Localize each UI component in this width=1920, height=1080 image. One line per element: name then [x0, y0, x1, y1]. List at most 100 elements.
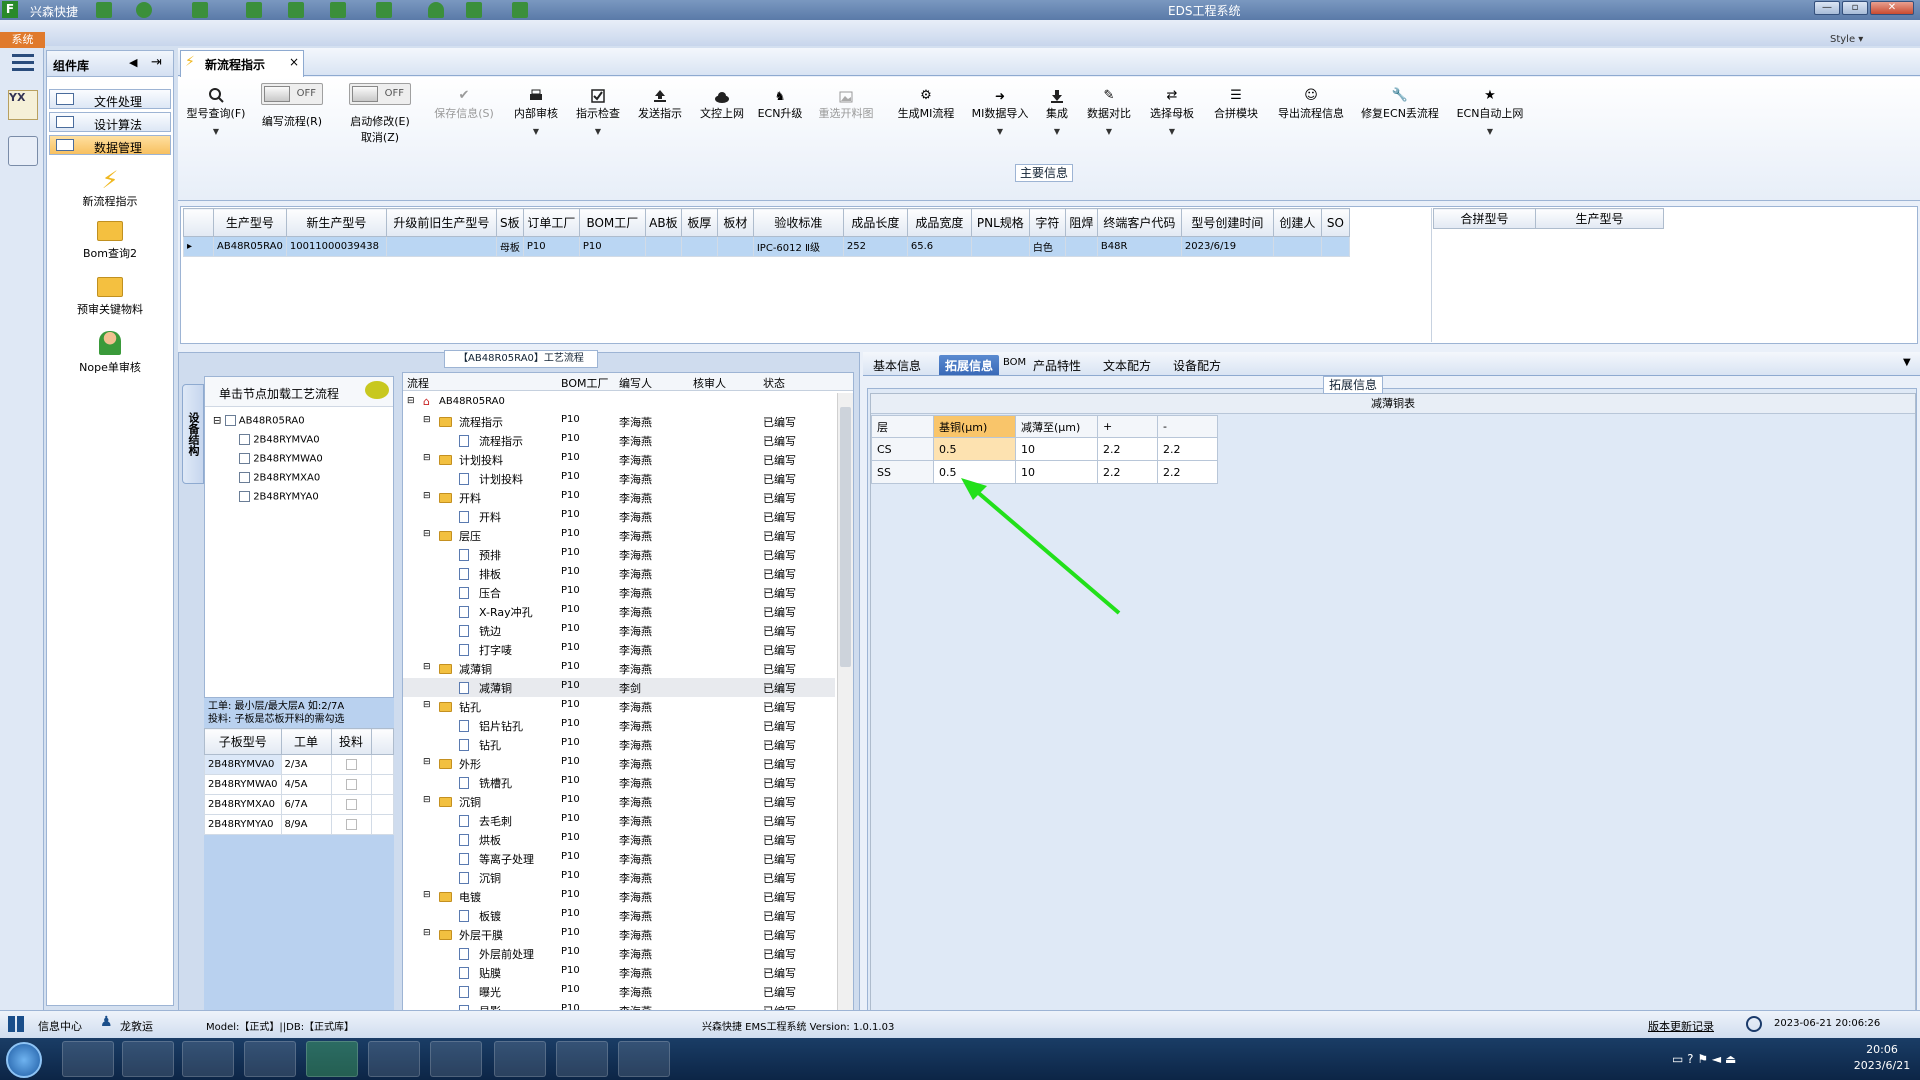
table-cell[interactable]	[1064, 236, 1098, 257]
table-cell[interactable]: 2/3A	[280, 754, 332, 775]
process-step-row[interactable]: 铣槽孔 P10 李海燕 已编写	[403, 773, 835, 792]
device-structure-tab[interactable]: 设备结构	[182, 384, 204, 484]
checkbox[interactable]	[345, 758, 357, 770]
column-header[interactable]: 订单工厂	[522, 208, 580, 237]
column-header[interactable]: 板厚	[680, 208, 718, 237]
column-header[interactable]: 终端客户代码	[1096, 208, 1182, 237]
chevron-left-icon[interactable]: ◀	[129, 56, 137, 69]
instruction-check-button[interactable]: 指示检查 ▼	[570, 77, 626, 136]
chevron-down-icon[interactable]: ▼	[968, 127, 1032, 136]
repair-ecn-process-button[interactable]: 🔧 修复ECN丢流程	[1358, 77, 1442, 121]
table-cell[interactable]: 母板	[495, 236, 524, 257]
process-step-row[interactable]: 打字唛 P10 李海燕 已编写	[403, 640, 835, 659]
nav-item-file-processing[interactable]: 文件处理	[49, 89, 171, 109]
column-header[interactable]: SO	[1320, 208, 1350, 237]
changelog-link[interactable]: 版本更新记录	[1648, 1018, 1714, 1034]
column-header[interactable]: S板	[495, 208, 524, 237]
table-cell[interactable]: 8/9A	[280, 814, 332, 835]
process-group-row[interactable]: ⊟ 钻孔 P10 李海燕 已编写	[403, 697, 835, 716]
write-process-toggle[interactable]: OFF	[261, 83, 323, 105]
column-header[interactable]: 板材	[716, 208, 754, 237]
process-group-row[interactable]: ⊟ 流程指示 P10 李海燕 已编写	[403, 412, 835, 431]
table-cell[interactable]: AB48R05RA0	[213, 236, 287, 257]
tree-child[interactable]: 2B48RYMVA0	[239, 434, 320, 446]
ecn-auto-online-button[interactable]: ★ ECN自动上网 ▼	[1450, 77, 1530, 136]
process-step-row[interactable]: 铣边 P10 李海燕 已编写	[403, 621, 835, 640]
column-header[interactable]: 核审人	[693, 375, 726, 391]
collapse-icon[interactable]: ⊟	[423, 890, 431, 900]
column-header[interactable]: 成品宽度	[906, 208, 972, 237]
tab-text-recipe[interactable]: 文本配方	[1097, 355, 1157, 375]
table-row[interactable]: 2B48RYMVA0 2/3A	[204, 754, 394, 775]
save-info-button[interactable]: ✔ 保存信息(S)	[430, 77, 498, 121]
word-app-icon[interactable]	[368, 1041, 420, 1077]
table-cell[interactable]: P10	[578, 236, 646, 257]
column-header[interactable]: 生产型号	[213, 208, 287, 237]
doc-control-online-button[interactable]: 文控上网	[694, 77, 750, 121]
hamburger-menu-icon[interactable]	[12, 54, 34, 74]
table-row[interactable]: ▸ AB48R05RA0 10011000039438 母板 P10 P10 I…	[183, 236, 1350, 257]
column-header[interactable]: AB板	[644, 208, 682, 237]
table-cell[interactable]: 白色	[1028, 236, 1066, 257]
taskbar-app-icon[interactable]	[618, 1041, 670, 1077]
pin-icon[interactable]: ⇥	[151, 55, 162, 70]
minimize-button[interactable]: —	[1814, 1, 1840, 15]
column-header[interactable]: 生产型号	[1535, 208, 1664, 229]
chevron-down-icon[interactable]: ▼	[1082, 127, 1136, 136]
tab-basic-info[interactable]: 基本信息	[867, 355, 927, 375]
process-step-row[interactable]: X-Ray冲孔 P10 李海燕 已编写	[403, 602, 835, 621]
integrate-button[interactable]: 集成 ▼	[1040, 77, 1074, 136]
info-center[interactable]: 信息中心	[38, 1018, 82, 1034]
table-cell[interactable]: 2023/6/19	[1180, 236, 1274, 257]
table-cell[interactable]	[970, 236, 1030, 257]
table-cell[interactable]	[716, 236, 754, 257]
column-header[interactable]: 投料	[330, 728, 372, 755]
tree-root[interactable]: ⊟ AB48R05RA0	[213, 415, 305, 427]
column-header[interactable]: 子板型号	[204, 728, 282, 755]
tab-new-process[interactable]: ⚡ 新流程指示 ×	[180, 50, 304, 77]
column-header[interactable]: BOM工厂	[578, 208, 646, 237]
process-group-row[interactable]: ⊟ 计划投料 P10 李海燕 已编写	[403, 450, 835, 469]
taskbar-app-icon[interactable]	[244, 1041, 296, 1077]
checkbox[interactable]	[345, 818, 357, 830]
process-step-row[interactable]: 曝光 P10 李海燕 已编写	[403, 982, 835, 1001]
table-cell[interactable]: B48R	[1096, 236, 1182, 257]
process-step-row[interactable]: 板镀 P10 李海燕 已编写	[403, 906, 835, 925]
process-step-row[interactable]: 开料 P10 李海燕 已编写	[403, 507, 835, 526]
taskbar-app-icon[interactable]	[62, 1041, 114, 1077]
tab-equipment-recipe[interactable]: 设备配方	[1167, 355, 1227, 375]
tabs-dropdown-icon[interactable]: ▼	[1903, 357, 1911, 368]
checkbox[interactable]	[345, 798, 357, 810]
process-group-row[interactable]: ⊟ 层压 P10 李海燕 已编写	[403, 526, 835, 545]
scissors-icon[interactable]	[246, 2, 262, 18]
system-menu-tab[interactable]: 系统	[0, 32, 45, 48]
table-cell[interactable]: 4/5A	[280, 774, 332, 795]
table-cell[interactable]: 65.6	[906, 236, 972, 257]
excel-app-icon[interactable]	[430, 1041, 482, 1077]
table-cell[interactable]: 6/7A	[280, 794, 332, 815]
monitor-icon[interactable]	[512, 2, 528, 18]
process-step-row[interactable]: 铝片钻孔 P10 李海燕 已编写	[403, 716, 835, 735]
process-step-row[interactable]: 钻孔 P10 李海燕 已编写	[403, 735, 835, 754]
process-step-row[interactable]: 沉铜 P10 李海燕 已编写	[403, 868, 835, 887]
process-step-row[interactable]: 减薄铜 P10 李剑 已编写	[403, 678, 835, 697]
grid-icon[interactable]	[192, 2, 208, 18]
collapse-icon[interactable]: ⊟	[423, 700, 431, 710]
close-button[interactable]: ✕	[1870, 1, 1914, 15]
start-modify-toggle[interactable]: OFF	[349, 83, 411, 105]
model-query-button[interactable]: 型号查询(F) ▼	[184, 77, 248, 136]
collapse-icon[interactable]: ⊟	[423, 928, 431, 938]
column-header[interactable]: PNL规格	[970, 208, 1030, 237]
chevron-down-icon[interactable]: ▼	[1450, 127, 1530, 136]
apps-icon[interactable]	[376, 2, 392, 18]
taskbar-app-icon[interactable]	[306, 1041, 358, 1077]
collapse-icon[interactable]: ⊟	[423, 415, 431, 425]
column-header[interactable]: 升级前旧生产型号	[385, 208, 497, 237]
process-step-row[interactable]: 去毛刺 P10 李海燕 已编写	[403, 811, 835, 830]
process-tree-root[interactable]: ⊟ ⌂ AB48R05RA0	[403, 393, 835, 412]
column-header[interactable]: BOM工厂	[561, 375, 609, 391]
process-group-row[interactable]: ⊟ 减薄铜 P10 李海燕 已编写	[403, 659, 835, 678]
column-header[interactable]: 合拼型号	[1433, 208, 1536, 229]
process-step-row[interactable]: 贴膜 P10 李海燕 已编写	[403, 963, 835, 982]
collapse-icon[interactable]: ⊟	[423, 795, 431, 805]
